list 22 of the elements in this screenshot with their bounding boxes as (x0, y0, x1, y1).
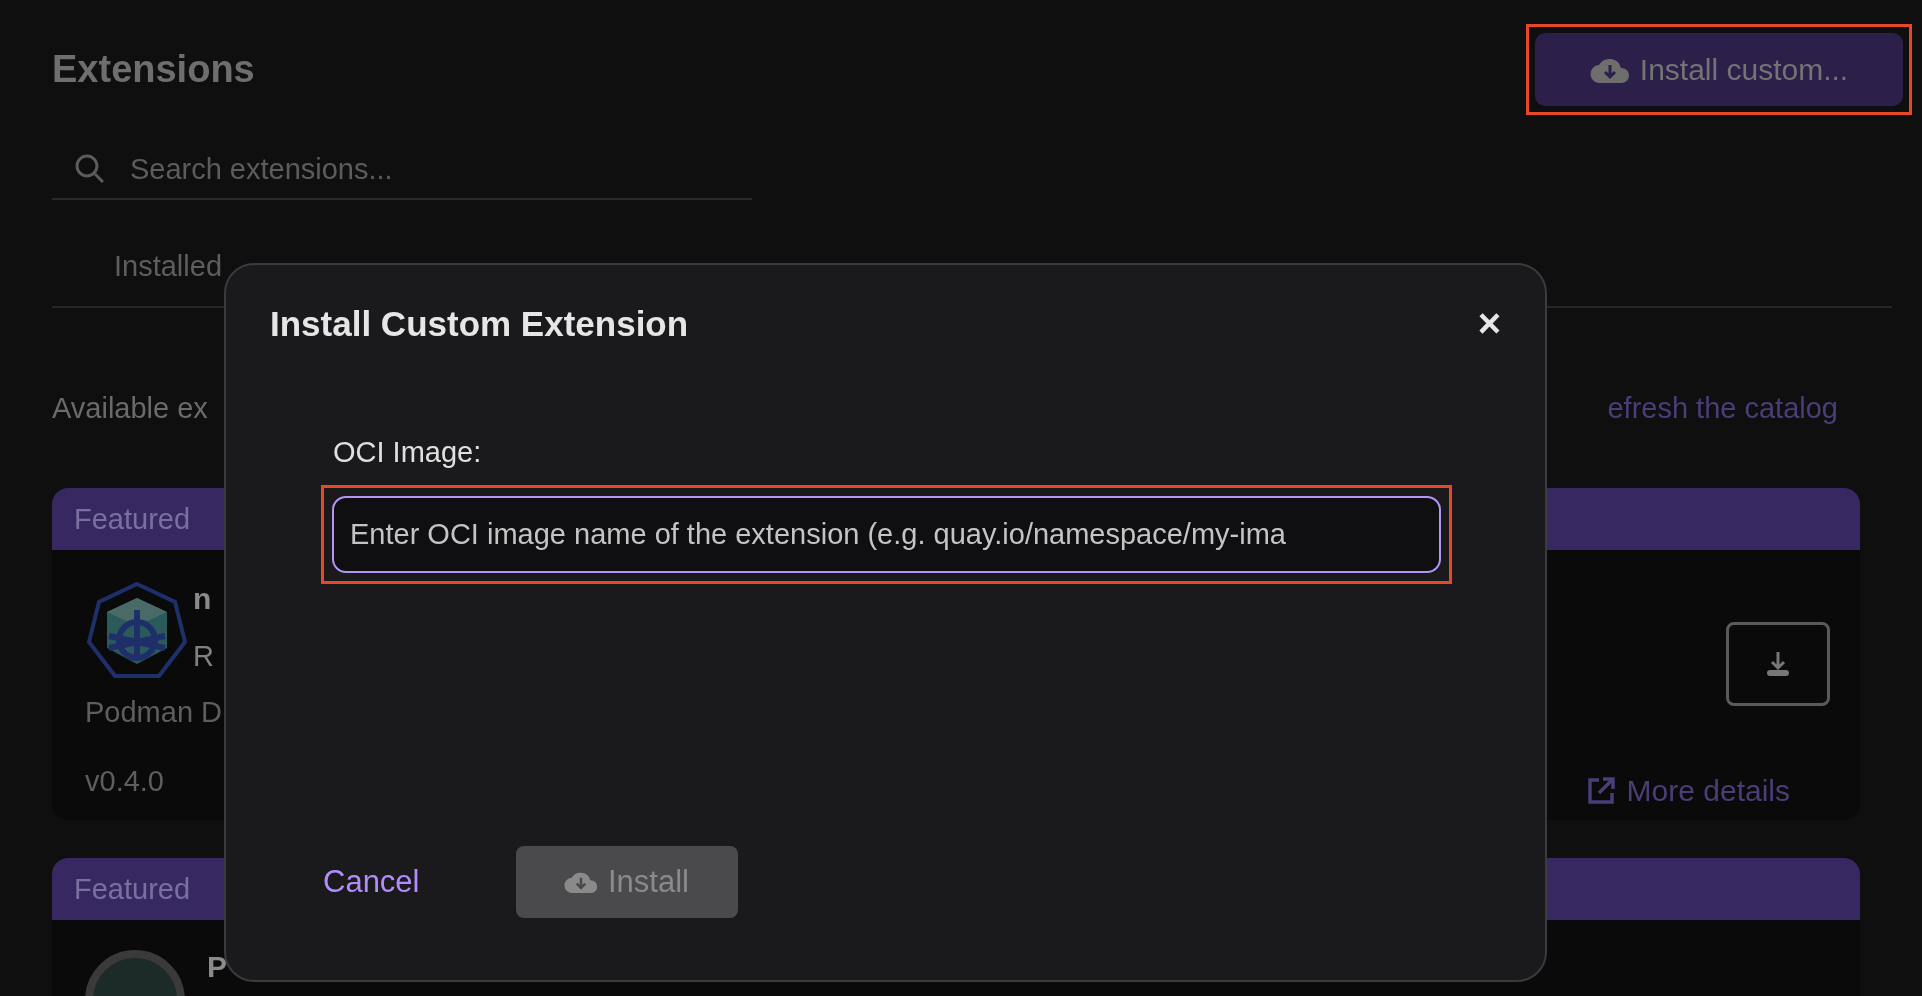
search-field[interactable]: Search extensions... (52, 140, 752, 200)
version-text: v0.4.0 (85, 765, 165, 798)
extension-name: n (193, 582, 213, 616)
install-custom-button[interactable]: Install custom... (1535, 33, 1903, 106)
field-label: OCI Image: (333, 436, 483, 469)
featured-label: Featured (74, 502, 191, 536)
search-icon (74, 153, 106, 185)
extension-name: P (207, 950, 227, 985)
extension-description: R (193, 640, 214, 673)
more-details-link[interactable]: More details (1584, 774, 1790, 808)
dialog-title: Install Custom Extension (270, 303, 689, 344)
page-title: Extensions (52, 48, 255, 91)
search-input[interactable]: Search extensions... (127, 151, 730, 187)
publisher-text: Podman D (85, 696, 222, 729)
available-extensions-text: Available ex (52, 392, 208, 425)
refresh-catalog-link[interactable]: efresh the catalog (1607, 392, 1838, 425)
oci-image-field[interactable]: Enter OCI image name of the extension (e.g. quay.io/namespace/my-ima (332, 496, 1441, 573)
tab[interactable]: Installed (114, 250, 222, 282)
close-button[interactable]: × (1473, 301, 1505, 346)
cancel-link[interactable]: Cancel (323, 864, 420, 900)
featured-label: Featured (74, 872, 191, 906)
download-button[interactable] (1726, 622, 1830, 706)
